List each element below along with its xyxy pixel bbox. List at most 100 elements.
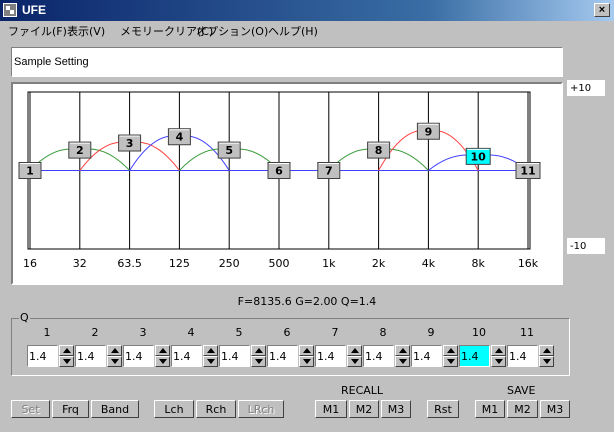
q-value-input[interactable] — [267, 345, 298, 367]
q-increase-button[interactable] — [59, 345, 74, 356]
q-value-input[interactable] — [411, 345, 442, 367]
q-increase-button[interactable] — [203, 345, 218, 356]
q-increase-button[interactable] — [395, 345, 410, 356]
q-value-input[interactable] — [27, 345, 58, 367]
arrow-up-icon — [351, 348, 359, 353]
freq-label: 250 — [219, 257, 240, 270]
q-increase-button[interactable] — [443, 345, 458, 356]
band-button[interactable]: Band — [91, 400, 139, 418]
q-decrease-button[interactable] — [155, 356, 170, 367]
recall-m2-button[interactable]: M2 — [349, 400, 379, 418]
arrow-up-icon — [111, 348, 119, 353]
q-decrease-button[interactable] — [203, 356, 218, 367]
q-band-number: 8 — [379, 326, 387, 339]
q-band-number: 3 — [139, 326, 147, 339]
band-marker-label: 1 — [26, 165, 34, 178]
q-increase-button[interactable] — [251, 345, 266, 356]
rch-button[interactable]: Rch — [196, 400, 236, 418]
arrow-up-icon — [543, 348, 551, 353]
arrow-down-icon — [111, 359, 119, 364]
window-title: UFE — [22, 3, 46, 17]
arrow-down-icon — [447, 359, 455, 364]
freq-label: 1k — [322, 257, 336, 270]
app-icon — [3, 3, 17, 17]
eq-graph-canvas: 16 32 63.5 125 250 500 1k 2k 4k 8k 16k 1 2 3 4 5 6 7 8 9 10 1… — [18, 91, 541, 270]
q-band-number: 1 — [43, 326, 51, 339]
q-value-input[interactable] — [75, 345, 106, 367]
q-decrease-button[interactable] — [347, 356, 362, 367]
save-m2-button[interactable]: M2 — [507, 400, 538, 418]
q-increase-button[interactable] — [107, 345, 122, 356]
q-spinner — [59, 345, 74, 367]
band-marker-label: 8 — [375, 144, 383, 157]
q-decrease-button[interactable] — [107, 356, 122, 367]
q-decrease-button[interactable] — [299, 356, 314, 367]
set-button: Set — [11, 400, 50, 418]
band-marker-label: 11 — [520, 165, 535, 178]
q-band-number: 9 — [427, 326, 435, 339]
recall-label: RECALL — [341, 384, 384, 397]
q-group-legend: Q — [19, 311, 30, 324]
q-increase-button[interactable] — [299, 345, 314, 356]
q-band-number: 7 — [331, 326, 339, 339]
freq-label: 32 — [73, 257, 87, 270]
q-spinner — [347, 345, 362, 367]
range-bottom-label: -10 — [567, 238, 605, 254]
arrow-up-icon — [399, 348, 407, 353]
arrow-up-icon — [303, 348, 311, 353]
band-marker-label: 7 — [325, 165, 333, 178]
arrow-down-icon — [351, 359, 359, 364]
save-label: SAVE — [507, 384, 536, 397]
eq-graph[interactable]: 16 32 63.5 125 250 500 1k 2k 4k 8k 16k 1 2 3 4 5 6 7 8 9 10 1… — [11, 82, 563, 285]
q-decrease-button[interactable] — [539, 356, 554, 367]
q-increase-button[interactable] — [347, 345, 362, 356]
recall-m1-button[interactable]: M1 — [315, 400, 347, 418]
freq-label: 2k — [372, 257, 386, 270]
q-decrease-button[interactable] — [59, 356, 74, 367]
frq-button[interactable]: Frq — [52, 400, 89, 418]
freq-label: 63.5 — [117, 257, 142, 270]
rst-button[interactable]: Rst — [427, 400, 459, 418]
q-increase-button[interactable] — [491, 345, 506, 356]
lch-button[interactable]: Lch — [154, 400, 194, 418]
recall-m3-button[interactable]: M3 — [381, 400, 411, 418]
q-value-input[interactable] — [315, 345, 346, 367]
q-band-number: 2 — [91, 326, 99, 339]
save-m1-button[interactable]: M1 — [475, 400, 505, 418]
q-increase-button[interactable] — [155, 345, 170, 356]
band-marker-label: 5 — [225, 144, 233, 157]
q-value-input[interactable] — [459, 345, 490, 367]
arrow-up-icon — [255, 348, 263, 353]
setting-name-field[interactable] — [11, 47, 563, 77]
q-decrease-button[interactable] — [251, 356, 266, 367]
q-value-input[interactable] — [507, 345, 538, 367]
freq-label: 125 — [169, 257, 190, 270]
q-decrease-button[interactable] — [491, 356, 506, 367]
q-decrease-button[interactable] — [443, 356, 458, 367]
arrow-down-icon — [303, 359, 311, 364]
arrow-up-icon — [495, 348, 503, 353]
arrow-down-icon — [255, 359, 263, 364]
menu-help[interactable]: ヘルプ(H) — [268, 23, 318, 39]
arrow-down-icon — [495, 359, 503, 364]
q-value-input[interactable] — [219, 345, 250, 367]
arrow-up-icon — [447, 348, 455, 353]
menu-view[interactable]: 表示(V) — [67, 23, 105, 39]
q-band-number: 5 — [235, 326, 243, 339]
q-value-input[interactable] — [123, 345, 154, 367]
q-spinner — [251, 345, 266, 367]
menu-file[interactable]: ファイル(F) — [8, 23, 67, 39]
q-band-number: 6 — [283, 326, 291, 339]
save-m3-button[interactable]: M3 — [540, 400, 570, 418]
close-button[interactable]: × — [594, 3, 610, 17]
q-value-input[interactable] — [363, 345, 394, 367]
arrow-up-icon — [159, 348, 167, 353]
ufe-window: UFE × ファイル(F) 表示(V) メモリークリア(C) オプション(O) … — [0, 0, 614, 432]
q-spinner — [155, 345, 170, 367]
menu-options[interactable]: オプション(O) — [196, 23, 268, 39]
q-value-input[interactable] — [171, 345, 202, 367]
q-band-number: 10 — [472, 326, 486, 339]
arrow-down-icon — [543, 359, 551, 364]
q-decrease-button[interactable] — [395, 356, 410, 367]
q-increase-button[interactable] — [539, 345, 554, 356]
